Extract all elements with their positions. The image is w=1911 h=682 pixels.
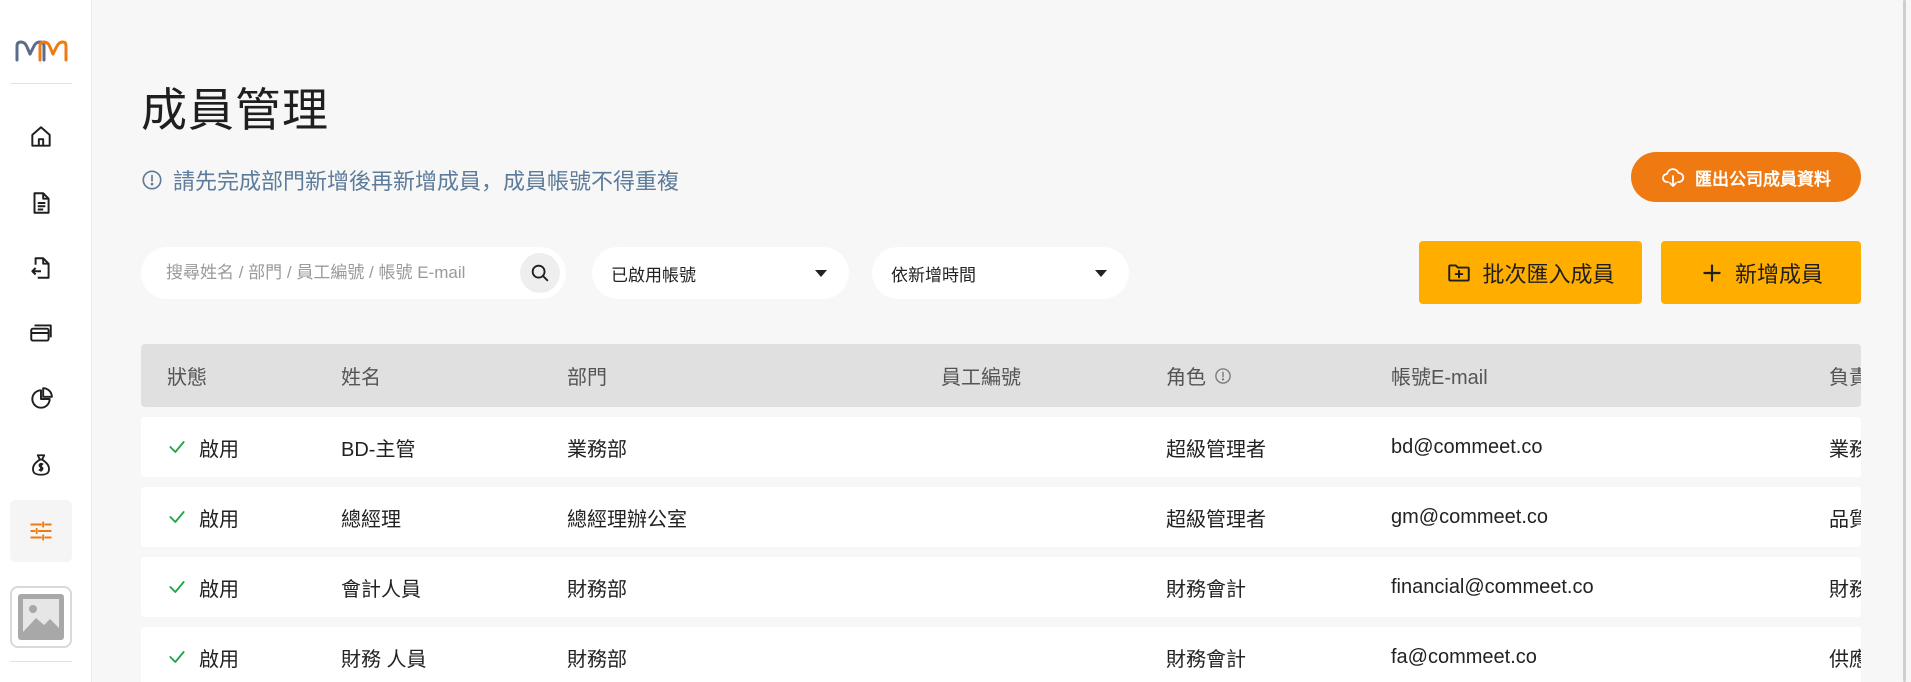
- batch-import-label: 批次匯入成員: [1482, 261, 1615, 287]
- status-filter-select[interactable]: 已啟用帳號: [592, 247, 849, 299]
- home-icon: [31, 126, 51, 147]
- name-cell: 總經理: [341, 508, 401, 531]
- name-cell: 財務 人員: [341, 648, 427, 671]
- check-icon: [169, 441, 185, 453]
- info-circle-icon[interactable]: [1214, 367, 1232, 385]
- email-cell: gm@commeet.co: [1391, 505, 1549, 528]
- status-cell: 啟用: [167, 487, 239, 547]
- department-cell: 業務部: [567, 438, 627, 461]
- column-header-role-label: 角色: [1166, 367, 1206, 389]
- status-text: 啟用: [199, 648, 239, 671]
- column-header-name[interactable]: 姓名: [341, 344, 381, 407]
- column-header-employee-id[interactable]: 員工編號: [941, 344, 1021, 407]
- nav-reports[interactable]: [10, 368, 72, 430]
- column-header-email[interactable]: 帳號E-mail: [1391, 344, 1488, 407]
- sidebar: [0, 0, 92, 682]
- department-cell: 財務部: [567, 578, 627, 601]
- check-icon: [169, 651, 185, 663]
- status-cell: 啟用: [167, 417, 239, 477]
- nav-finance[interactable]: [10, 434, 72, 496]
- avatar[interactable]: [10, 586, 72, 648]
- role-cell: 財務會計: [1166, 648, 1246, 671]
- department-cell: 財務部: [567, 648, 627, 671]
- nav-document-return[interactable]: [10, 237, 72, 299]
- status-filter-value: 已啟用帳號: [611, 265, 696, 285]
- sliders-icon: [30, 521, 52, 541]
- nav-settings[interactable]: [10, 500, 72, 562]
- money-bag-icon: [32, 454, 50, 476]
- email-cell: bd@commeet.co: [1391, 435, 1543, 458]
- logo-divider: [10, 83, 72, 84]
- folder-import-icon: [1448, 263, 1471, 282]
- cloud-download-icon: [1662, 168, 1685, 187]
- column-header-role[interactable]: 角色: [1166, 344, 1232, 407]
- search-button[interactable]: [520, 253, 560, 293]
- export-members-button[interactable]: 匯出公司成員資料: [1631, 152, 1861, 202]
- column-header-status[interactable]: 狀態: [167, 344, 207, 407]
- search-input[interactable]: [166, 263, 516, 283]
- add-member-button[interactable]: 新增成員: [1661, 241, 1861, 304]
- search-icon: [531, 264, 549, 282]
- check-icon: [169, 511, 185, 523]
- status-cell: 啟用: [167, 627, 239, 682]
- name-cell: 會計人員: [341, 578, 421, 601]
- pie-chart-icon: [31, 387, 53, 409]
- column-header-department[interactable]: 部門: [567, 344, 607, 407]
- chevron-down-icon: [1095, 269, 1107, 277]
- document-icon: [33, 192, 50, 214]
- cards-icon: [30, 324, 52, 342]
- search-box: [141, 247, 566, 299]
- image-placeholder-icon: [18, 594, 64, 640]
- table-row[interactable]: 啟用 BD-主管 業務部 超級管理者 bd@commeet.co 業務: [141, 417, 1869, 477]
- add-member-label: 新增成員: [1734, 261, 1823, 287]
- vertical-scrollbar[interactable]: [1903, 0, 1906, 682]
- info-circle-icon: [142, 170, 162, 190]
- role-cell: 超級管理者: [1166, 438, 1266, 461]
- email-cell: fa@commeet.co: [1391, 645, 1537, 668]
- sidebar-bottom-divider: [10, 661, 72, 662]
- status-text: 啟用: [199, 508, 239, 531]
- status-text: 啟用: [199, 578, 239, 601]
- role-cell: 超級管理者: [1166, 508, 1266, 531]
- mm-logo[interactable]: [14, 38, 68, 64]
- nav-home[interactable]: [10, 106, 72, 168]
- check-icon: [169, 581, 185, 593]
- batch-import-button[interactable]: 批次匯入成員: [1419, 241, 1642, 304]
- table-row[interactable]: 啟用 財務 人員 財務部 財務會計 fa@commeet.co 供應: [141, 627, 1869, 682]
- nav-documents[interactable]: [10, 172, 72, 234]
- export-members-label: 匯出公司成員資料: [1695, 169, 1831, 189]
- table-row[interactable]: 啟用 會計人員 財務部 財務會計 financial@commeet.co 財務: [141, 557, 1869, 617]
- sort-select[interactable]: 依新增時間: [872, 247, 1129, 299]
- nav-cards[interactable]: [10, 302, 72, 364]
- plus-icon: [1703, 263, 1721, 282]
- notice-text: 請先完成部門新增後再新增成員，成員帳號不得重複: [173, 169, 680, 194]
- notice-message: 請先完成部門新增後再新增成員，成員帳號不得重複: [141, 164, 679, 196]
- department-cell: 總經理辦公室: [567, 508, 687, 531]
- status-cell: 啟用: [167, 557, 239, 617]
- table-header: 狀態 姓名 部門 員工編號 角色 帳號E-mail 負責: [141, 344, 1869, 407]
- name-cell: BD-主管: [341, 438, 416, 461]
- sort-value: 依新增時間: [891, 265, 976, 285]
- table-row[interactable]: 啟用 總經理 總經理辦公室 超級管理者 gm@commeet.co 品質: [141, 487, 1869, 547]
- chevron-down-icon: [815, 269, 827, 277]
- role-cell: 財務會計: [1166, 578, 1246, 601]
- document-return-icon: [31, 257, 50, 279]
- status-text: 啟用: [199, 438, 239, 461]
- email-cell: financial@commeet.co: [1391, 575, 1594, 598]
- page-title: 成員管理: [141, 84, 329, 136]
